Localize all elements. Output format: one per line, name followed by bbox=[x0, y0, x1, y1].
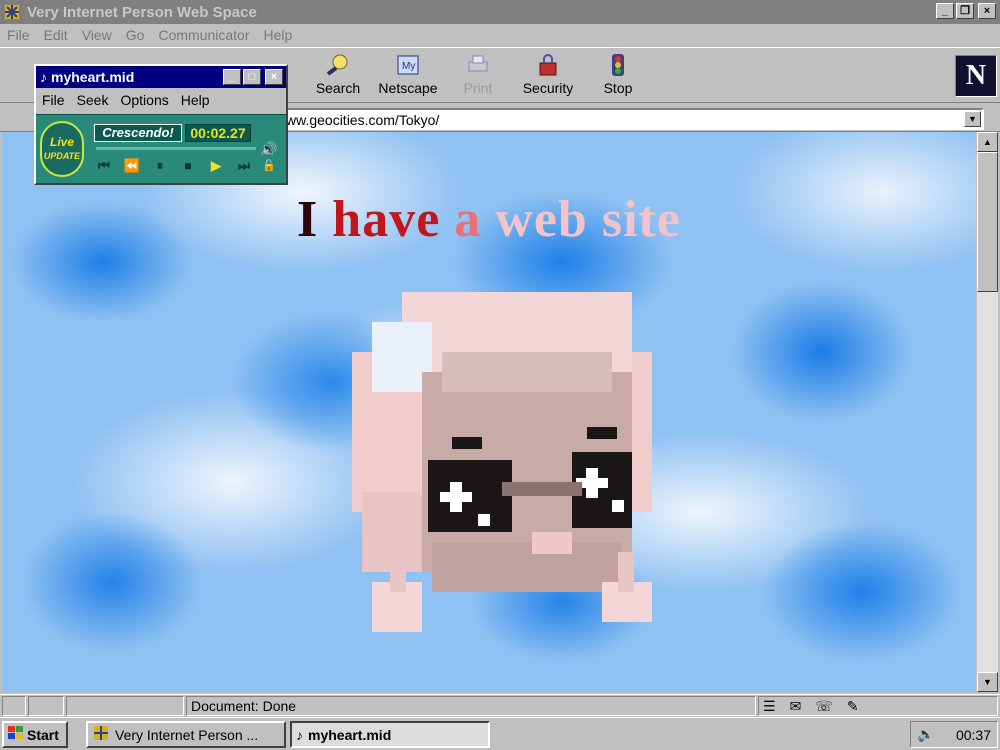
arrow-down-icon: ▼ bbox=[983, 677, 992, 687]
composer-icon[interactable]: ✎ bbox=[847, 698, 859, 715]
player-menu-file[interactable]: File bbox=[42, 92, 65, 108]
windows-logo-icon bbox=[8, 726, 24, 743]
close-button[interactable]: × bbox=[978, 3, 996, 19]
page-content: I have a web site bbox=[2, 132, 976, 692]
task-player[interactable]: ♪ myheart.mid bbox=[290, 721, 490, 748]
taskbar: Start Very Internet Person ... ♪ myheart… bbox=[0, 717, 1000, 750]
scroll-down-button[interactable]: ▼ bbox=[977, 672, 998, 692]
live-update-line-1: Live bbox=[49, 135, 74, 149]
page-headline: I have a web site bbox=[2, 190, 976, 249]
rewind-button[interactable]: ⏪ bbox=[122, 157, 142, 175]
netscape-button[interactable]: My Netscape bbox=[373, 52, 443, 96]
status-bar: Document: Done ☰ ✉ ☏ ✎ bbox=[0, 694, 1000, 716]
netscape-label: Netscape bbox=[378, 80, 438, 96]
player-menu-help[interactable]: Help bbox=[181, 92, 210, 108]
headline-word-2: have bbox=[332, 191, 441, 248]
crescendo-brand: Crescendo! bbox=[94, 124, 182, 142]
stop-icon bbox=[604, 52, 632, 78]
stop-button[interactable]: Stop bbox=[583, 52, 653, 96]
live-update-line-2: UPDATE bbox=[43, 151, 81, 161]
search-icon bbox=[324, 52, 352, 78]
navigator-icon[interactable]: ☰ bbox=[763, 698, 776, 715]
connection-icon bbox=[28, 696, 64, 716]
component-bar: ☰ ✉ ☏ ✎ bbox=[758, 696, 998, 716]
netscape-logo[interactable]: N bbox=[955, 55, 997, 97]
printer-icon bbox=[464, 52, 492, 78]
mail-icon[interactable]: ✉ bbox=[790, 698, 802, 715]
live-update-badge[interactable]: Live UPDATE bbox=[40, 121, 84, 177]
print-label: Print bbox=[463, 80, 493, 96]
lock-icon bbox=[534, 52, 562, 78]
player-menu-bar: File Seek Options Help bbox=[42, 92, 210, 108]
app-icon bbox=[92, 724, 110, 745]
restore-button[interactable]: ❐ bbox=[956, 3, 974, 19]
scroll-up-button[interactable]: ▲ bbox=[977, 132, 998, 152]
task-browser-label: Very Internet Person ... bbox=[115, 726, 259, 743]
player-menu-seek[interactable]: Seek bbox=[77, 92, 109, 108]
skip-forward-button[interactable]: ⏭ bbox=[234, 157, 254, 175]
play-button[interactable]: ▶ bbox=[206, 157, 226, 175]
print-button[interactable]: Print bbox=[443, 52, 513, 96]
player-maximize-button[interactable]: □ bbox=[243, 69, 261, 85]
minimize-button[interactable]: _ bbox=[936, 3, 954, 19]
url-dropdown-button[interactable]: ▼ bbox=[964, 111, 981, 127]
playback-time: 00:02.27 bbox=[185, 124, 251, 142]
chevron-down-icon: ▼ bbox=[968, 114, 977, 124]
vertical-scrollbar[interactable]: ▲ ▼ bbox=[977, 132, 998, 692]
progress-cell bbox=[66, 696, 184, 716]
player-menu-options[interactable]: Options bbox=[120, 92, 168, 108]
window-title: Very Internet Person Web Space bbox=[27, 3, 257, 21]
menu-bar: File Edit View Go Communicator Help bbox=[0, 24, 1000, 46]
url-field[interactable]: ww.geocities.com/Tokyo/ ▼ bbox=[240, 108, 984, 130]
menu-go[interactable]: Go bbox=[119, 27, 152, 43]
player-close-button[interactable]: × bbox=[265, 69, 283, 85]
menu-help[interactable]: Help bbox=[257, 27, 300, 43]
midi-player-window[interactable]: ♪ myheart.mid _ □ × File Seek Options He… bbox=[34, 64, 288, 185]
search-button[interactable]: Search bbox=[303, 52, 373, 96]
search-label: Search bbox=[315, 80, 361, 96]
discussion-icon[interactable]: ☏ bbox=[815, 698, 833, 715]
stop-playback-button[interactable]: ⏹ bbox=[178, 157, 198, 175]
start-button[interactable]: Start bbox=[2, 721, 68, 748]
skip-back-button[interactable]: ⏮ bbox=[94, 157, 114, 175]
stop-label: Stop bbox=[603, 80, 633, 96]
security-button[interactable]: Security bbox=[513, 52, 583, 96]
browser-title-bar: Very Internet Person Web Space _ ❐ × bbox=[0, 0, 1000, 24]
url-text: ww.geocities.com/Tokyo/ bbox=[286, 112, 440, 128]
headline-word-1: I bbox=[297, 191, 319, 248]
player-minimize-button[interactable]: _ bbox=[223, 69, 241, 85]
player-title: myheart.mid bbox=[51, 69, 135, 85]
status-text: Document: Done bbox=[186, 696, 756, 716]
task-browser[interactable]: Very Internet Person ... bbox=[86, 721, 286, 748]
menu-file[interactable]: File bbox=[0, 27, 37, 43]
lock-icon[interactable]: 🔓 bbox=[262, 159, 276, 172]
volume-icon[interactable]: 🔈 bbox=[917, 726, 934, 743]
security-label: Security bbox=[522, 80, 574, 96]
seek-bar[interactable] bbox=[96, 147, 256, 150]
security-status-icon[interactable] bbox=[2, 696, 26, 716]
player-title-bar[interactable]: ♪ myheart.mid _ □ × bbox=[36, 66, 286, 88]
music-note-icon: ♪ bbox=[296, 726, 303, 743]
player-panel: Live UPDATE Crescendo! 00:02.27 🔊 ⏮ ⏪ ⏸ … bbox=[36, 114, 286, 183]
arrow-up-icon: ▲ bbox=[983, 137, 992, 147]
svg-text:My: My bbox=[402, 61, 415, 72]
headline-word-3: a bbox=[454, 191, 482, 248]
music-note-icon: ♪ bbox=[40, 69, 47, 85]
netscape-icon: My bbox=[394, 52, 422, 78]
start-label: Start bbox=[27, 726, 59, 743]
speaker-icon[interactable]: 🔊 bbox=[260, 141, 277, 158]
headline-word-4: web site bbox=[495, 191, 681, 248]
system-tray: 🔈 00:37 bbox=[910, 721, 998, 748]
task-player-label: myheart.mid bbox=[308, 726, 392, 743]
scroll-thumb[interactable] bbox=[977, 152, 998, 292]
menu-view[interactable]: View bbox=[75, 27, 119, 43]
pause-button[interactable]: ⏸ bbox=[150, 157, 170, 175]
app-icon bbox=[5, 5, 19, 19]
menu-edit[interactable]: Edit bbox=[37, 27, 75, 43]
clock[interactable]: 00:37 bbox=[956, 727, 991, 743]
pixel-creature-image bbox=[352, 292, 652, 632]
menu-communicator[interactable]: Communicator bbox=[151, 27, 256, 43]
